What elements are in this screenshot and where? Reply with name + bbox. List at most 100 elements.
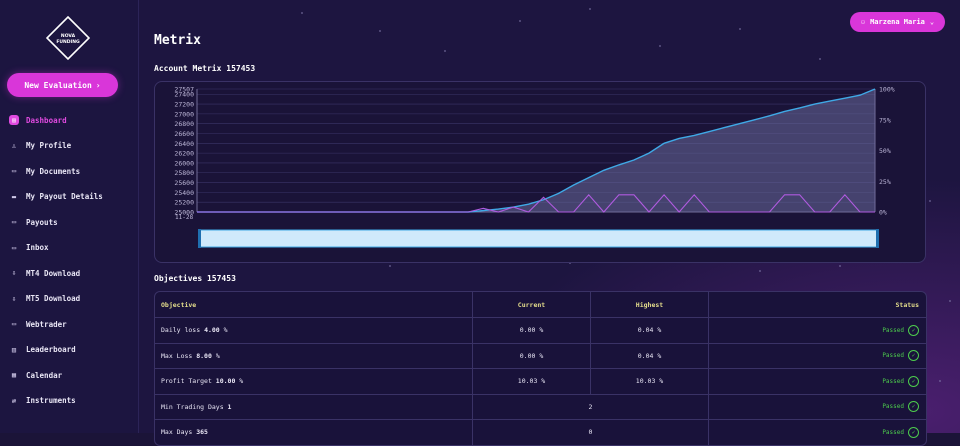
status-cell: Passed ✓: [708, 393, 926, 420]
sidebar-item-mt4-download[interactable]: ⇩ MT4 Download: [0, 263, 138, 283]
y-tick-label: 27000: [174, 110, 194, 118]
sidebar-item-label: Inbox: [26, 243, 49, 252]
monitor-icon: ▭: [11, 320, 17, 328]
sidebar-item-label: Instruments: [26, 396, 76, 405]
navigator-handle-right: [876, 229, 879, 248]
y-tick-label: 27400: [174, 91, 194, 99]
download-icon: ⇩: [11, 294, 17, 303]
star-decoration: [939, 380, 941, 382]
status-label: Passed: [882, 428, 904, 436]
sidebar-item-leaderboard[interactable]: ▥ Leaderboard: [0, 340, 138, 360]
svg-text:NOVA: NOVA: [61, 33, 76, 39]
balance-chart-svg: 2750727400272002700026800266002640026200…: [174, 86, 895, 248]
objective-value: 365: [196, 428, 208, 437]
sidebar-item-label: My Payout Details: [26, 192, 103, 201]
main-content: Metrix ⚇ Marzena Maria ⌄ Account Metrix …: [139, 0, 960, 446]
current-cell: 10.03 %: [472, 368, 591, 394]
star-decoration: [929, 200, 931, 202]
check-circle-icon: ✓: [908, 375, 919, 387]
sidebar-item-label: Webtrader: [26, 319, 67, 329]
svg-text:FUNDING: FUNDING: [56, 39, 80, 45]
star-decoration: [301, 12, 303, 14]
status-label: Passed: [882, 377, 904, 385]
status-badge: Passed ✓: [882, 324, 919, 336]
star-decoration: [379, 30, 381, 32]
check-circle-icon: ✓: [908, 324, 919, 336]
dashboard-icon: ▤: [9, 115, 19, 125]
table-row: Daily loss 4.00 % 0.00 % 0.04 % Passed ✓: [155, 317, 926, 343]
highest-cell: 10.03 %: [590, 368, 709, 394]
inbox-icon: ▭: [11, 243, 17, 252]
objective-value: 1: [227, 402, 232, 411]
status-cell: Passed ✓: [708, 342, 926, 369]
y2-tick-label: 25%: [879, 178, 891, 186]
sidebar-item-mt5-download[interactable]: ⇩ MT5 Download: [0, 289, 138, 309]
y-tick-label: 25200: [174, 199, 194, 207]
objectives-title: Objectives 157453: [154, 274, 236, 283]
y-tick-label: 26200: [174, 150, 194, 158]
sidebar-item-my-payout-details[interactable]: ▬ My Payout Details: [0, 187, 138, 207]
objective-cell: Max Loss 8.00 %: [155, 342, 473, 369]
card-icon: ▬: [11, 192, 17, 201]
sidebar-item-label: Payouts: [26, 217, 58, 227]
star-decoration: [389, 265, 391, 267]
objective-value: 10.00: [215, 377, 236, 386]
sidebar-item-my-documents[interactable]: ▭ My Documents: [0, 161, 138, 181]
star-decoration: [819, 58, 821, 60]
sidebar: NOVA FUNDING New Evaluation › ▤ Dashboard…: [0, 0, 139, 433]
sidebar-item-my-profile[interactable]: ♙ My Profile: [0, 136, 138, 156]
sidebar-item-instruments[interactable]: ⇄ Instruments: [0, 391, 138, 411]
y-tick-label: 25800: [174, 169, 194, 177]
sidebar-item-label: Calendar: [26, 370, 63, 380]
sidebar-item-webtrader[interactable]: ▭ Webtrader: [0, 314, 138, 334]
objective-label: Profit Target: [161, 377, 212, 386]
header-status: Status: [708, 292, 926, 318]
user-menu-button[interactable]: ⚇ Marzena Maria ⌄: [850, 12, 945, 32]
status-cell: Passed ✓: [708, 368, 926, 394]
chevron-right-icon: ›: [95, 80, 101, 90]
status-label: Passed: [882, 352, 904, 360]
user-icon: ♙: [11, 141, 17, 150]
check-circle-icon: ✓: [908, 426, 919, 438]
range-navigator: [199, 229, 879, 248]
sidebar-item-payouts[interactable]: ▭ Payouts: [0, 212, 138, 232]
status-badge: Passed ✓: [882, 375, 919, 387]
sidebar-item-calendar[interactable]: ▦ Calendar: [0, 365, 138, 385]
table-row: Max Days 365 0 Passed ✓: [155, 419, 926, 445]
download-icon: ⇩: [11, 269, 17, 277]
star-decoration: [519, 20, 521, 22]
header-highest: Highest: [590, 292, 709, 318]
sidebar-item-dashboard[interactable]: ▤ Dashboard: [0, 110, 138, 130]
status-label: Passed: [882, 403, 904, 411]
objective-label: Daily loss: [161, 326, 201, 335]
wallet-icon: ▭: [11, 218, 17, 226]
objective-unit: %: [239, 377, 244, 386]
status-cell: Passed ✓: [708, 419, 926, 445]
check-circle-icon: ✓: [908, 401, 919, 413]
y-tick-label: 25600: [174, 179, 194, 187]
folder-icon: ▭: [11, 167, 17, 175]
star-decoration: [839, 265, 841, 267]
sidebar-item-label: MT5 Download: [26, 294, 81, 303]
current-cell: 2: [472, 393, 709, 420]
nova-funding-logo[interactable]: NOVA FUNDING: [46, 16, 90, 60]
navigator-handle-left: [198, 229, 201, 248]
highest-cell: 0.04 %: [590, 317, 709, 343]
new-evaluation-label: New Evaluation: [24, 80, 92, 90]
objective-value: 8.00: [196, 351, 212, 360]
y-tick-label: 26400: [174, 140, 194, 148]
user-name: Marzena Maria: [870, 18, 925, 26]
table-row: Profit Target 10.00 % 10.03 % 10.03 % Passe…: [155, 368, 926, 394]
sidebar-item-inbox[interactable]: ▭ Inbox: [0, 238, 138, 258]
new-evaluation-button[interactable]: New Evaluation ›: [7, 73, 118, 97]
y-tick-label: 26600: [174, 130, 194, 138]
current-cell: 0: [472, 419, 709, 445]
user-icon: ⚇: [860, 18, 866, 26]
objective-label: Min Trading Days: [161, 402, 224, 411]
table-header-row: Objective Current Highest Status: [155, 292, 926, 318]
y-tick-label: 25400: [174, 189, 194, 197]
y-tick-label: 26800: [174, 120, 194, 128]
star-decoration: [949, 300, 951, 302]
chart-icon: ▥: [11, 345, 17, 354]
status-badge: Passed ✓: [882, 350, 919, 362]
